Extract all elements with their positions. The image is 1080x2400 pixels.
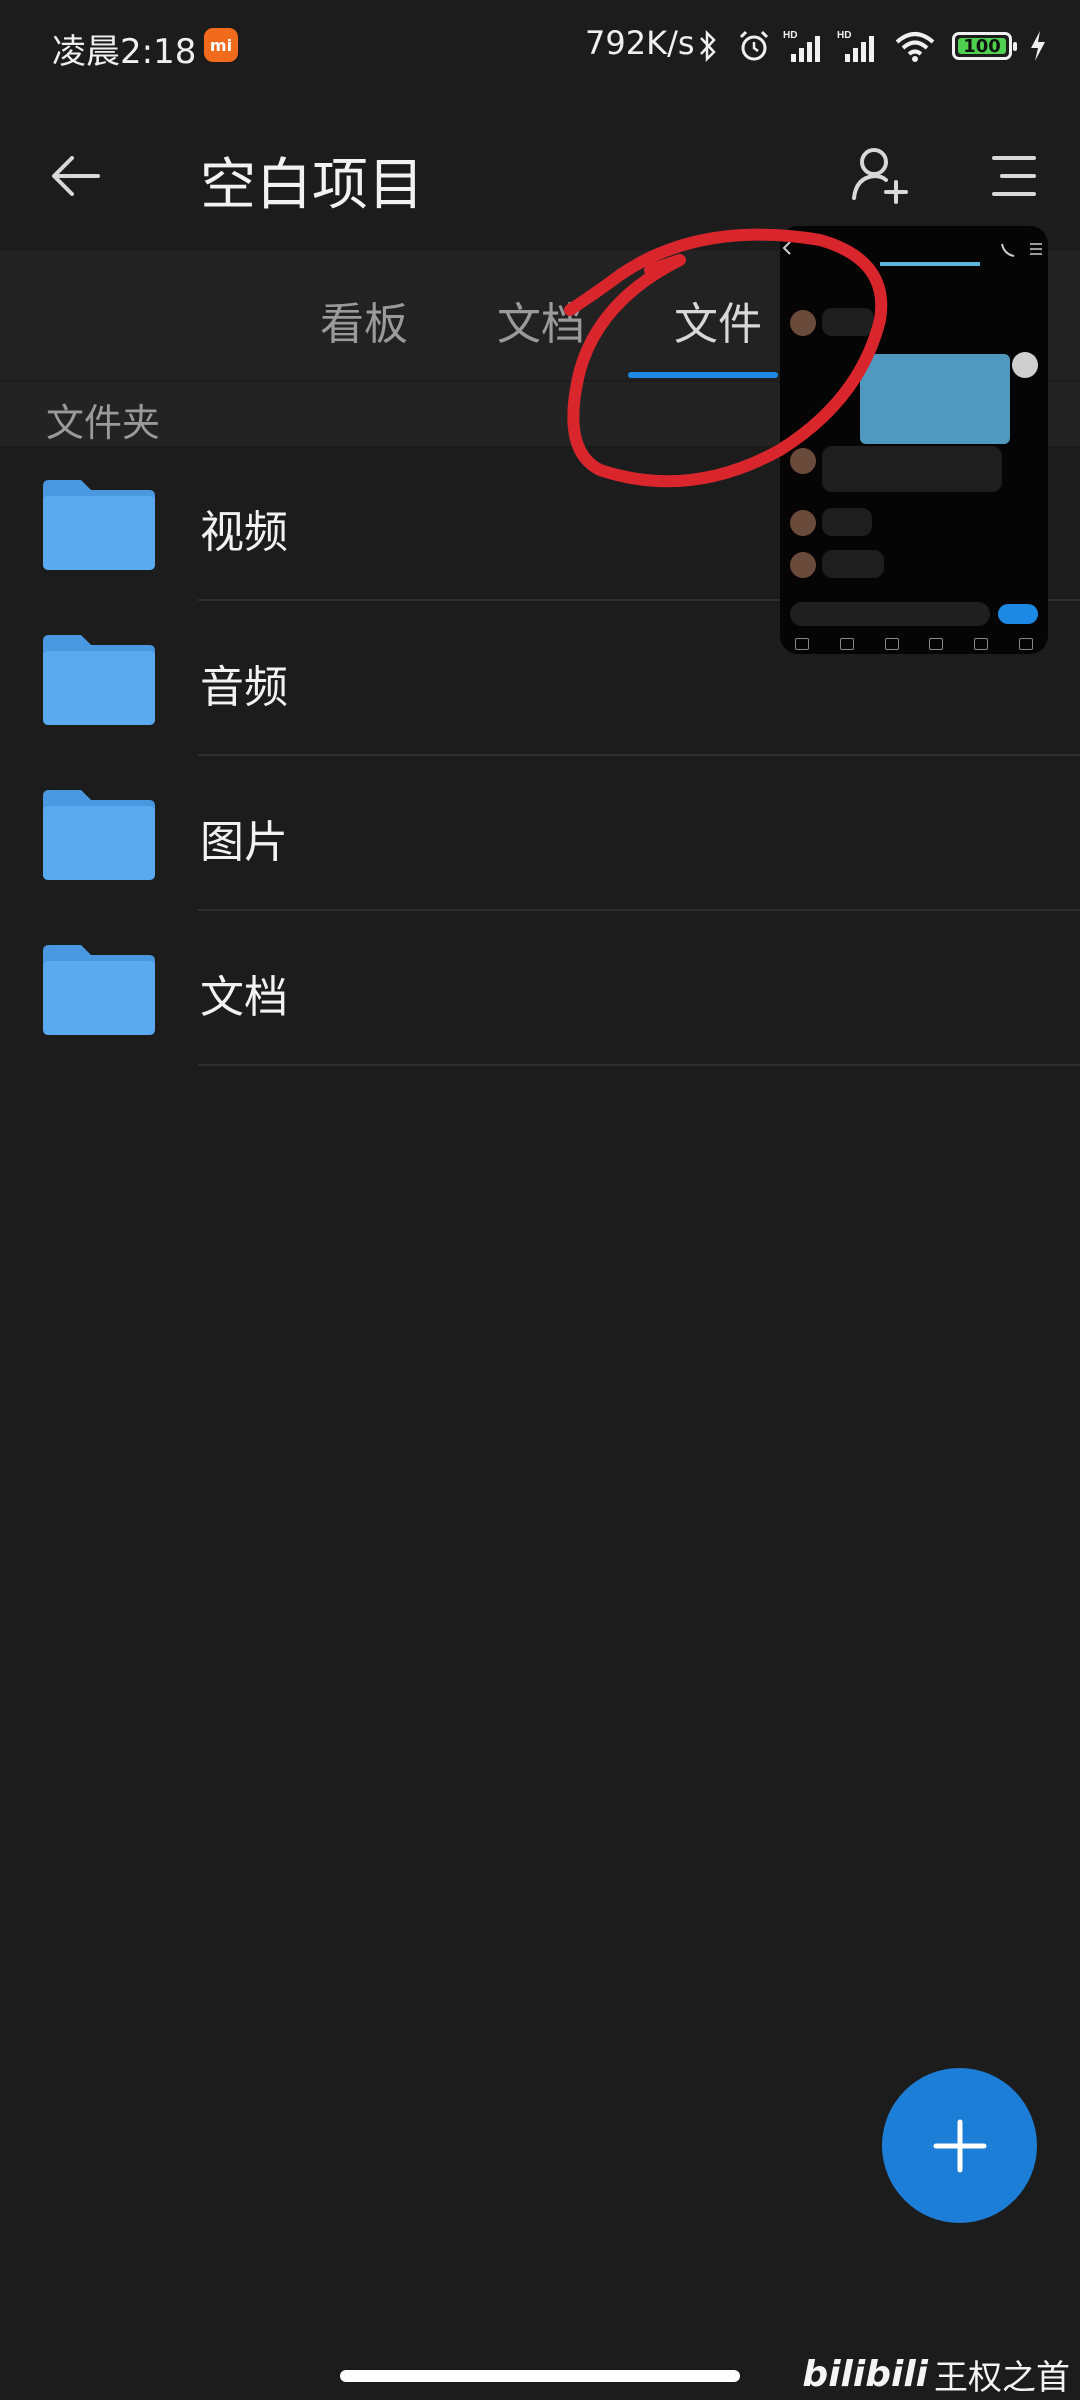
battery-icon: 100: [952, 32, 1017, 60]
charging-icon: [1026, 26, 1050, 66]
mi-app-icon: mi: [204, 28, 238, 62]
more-icon[interactable]: [1018, 638, 1033, 650]
folder-icon: [43, 945, 155, 1035]
camera-icon[interactable]: [884, 638, 899, 650]
pip-message-bubble: [822, 308, 874, 336]
watermark: bilibili 王权之首: [802, 2350, 1070, 2399]
image-icon[interactable]: [839, 638, 854, 650]
pip-image-message: [860, 354, 1010, 444]
home-indicator[interactable]: [340, 2370, 740, 2382]
bluetooth-icon: [696, 26, 720, 66]
folder-icon: [43, 480, 155, 570]
add-member-icon[interactable]: [848, 142, 912, 206]
pip-avatar: [790, 310, 816, 336]
bilibili-logo: bilibili: [802, 2354, 928, 2395]
pip-toolbar-icons: [780, 634, 1048, 654]
folder-icon: [43, 635, 155, 725]
pip-message-bubble: [822, 550, 884, 578]
pip-avatar: [1012, 352, 1038, 378]
pip-message-bubble: [822, 446, 1002, 492]
folder-label: 视频: [200, 507, 288, 558]
pip-send-button[interactable]: [998, 604, 1038, 624]
pip-avatar: [790, 510, 816, 536]
active-tab-indicator: [628, 372, 778, 378]
svg-text:HD: HD: [783, 30, 797, 41]
tab-docs[interactable]: 文档: [497, 288, 585, 352]
menu-icon[interactable]: [988, 150, 1040, 202]
emoji-icon[interactable]: [973, 638, 988, 650]
divider: [198, 1064, 1080, 1066]
signal-hd-icon: HD: [782, 26, 828, 66]
floating-chat-window[interactable]: [780, 226, 1048, 654]
pip-avatar: [790, 552, 816, 578]
section-label: 文件夹: [46, 401, 161, 445]
alarm-icon: [734, 26, 774, 66]
wifi-icon: [892, 26, 938, 66]
network-speed: 792K/s: [585, 24, 695, 62]
page-title: 空白项目: [200, 153, 424, 218]
list-item[interactable]: 文档: [0, 911, 1080, 1066]
mic-icon[interactable]: [795, 638, 810, 650]
add-button[interactable]: [882, 2068, 1037, 2223]
status-bar: 凌晨2:18 mi 792K/s HD HD 100: [0, 0, 1080, 100]
file-icon[interactable]: [929, 638, 944, 650]
pip-avatar: [790, 448, 816, 474]
svg-text:HD: HD: [837, 30, 851, 41]
folder-label: 图片: [200, 817, 288, 868]
signal-hd-icon: HD: [836, 26, 882, 66]
tab-kanban[interactable]: 看板: [320, 288, 408, 352]
plus-icon: [933, 2119, 986, 2172]
pip-input[interactable]: [790, 602, 990, 626]
folder-label: 音频: [200, 662, 288, 713]
folder-icon: [43, 790, 155, 880]
tab-files[interactable]: 文件: [674, 288, 762, 352]
pip-message-bubble: [822, 508, 872, 536]
back-arrow-icon[interactable]: [46, 146, 106, 206]
status-time: 凌晨2:18: [52, 32, 197, 72]
folder-label: 文档: [200, 972, 288, 1023]
battery-level: 100: [958, 36, 1006, 57]
list-item[interactable]: 图片: [0, 756, 1080, 911]
pip-toolbar: [780, 226, 1048, 272]
watermark-text: 王权之首: [934, 2358, 1070, 2398]
